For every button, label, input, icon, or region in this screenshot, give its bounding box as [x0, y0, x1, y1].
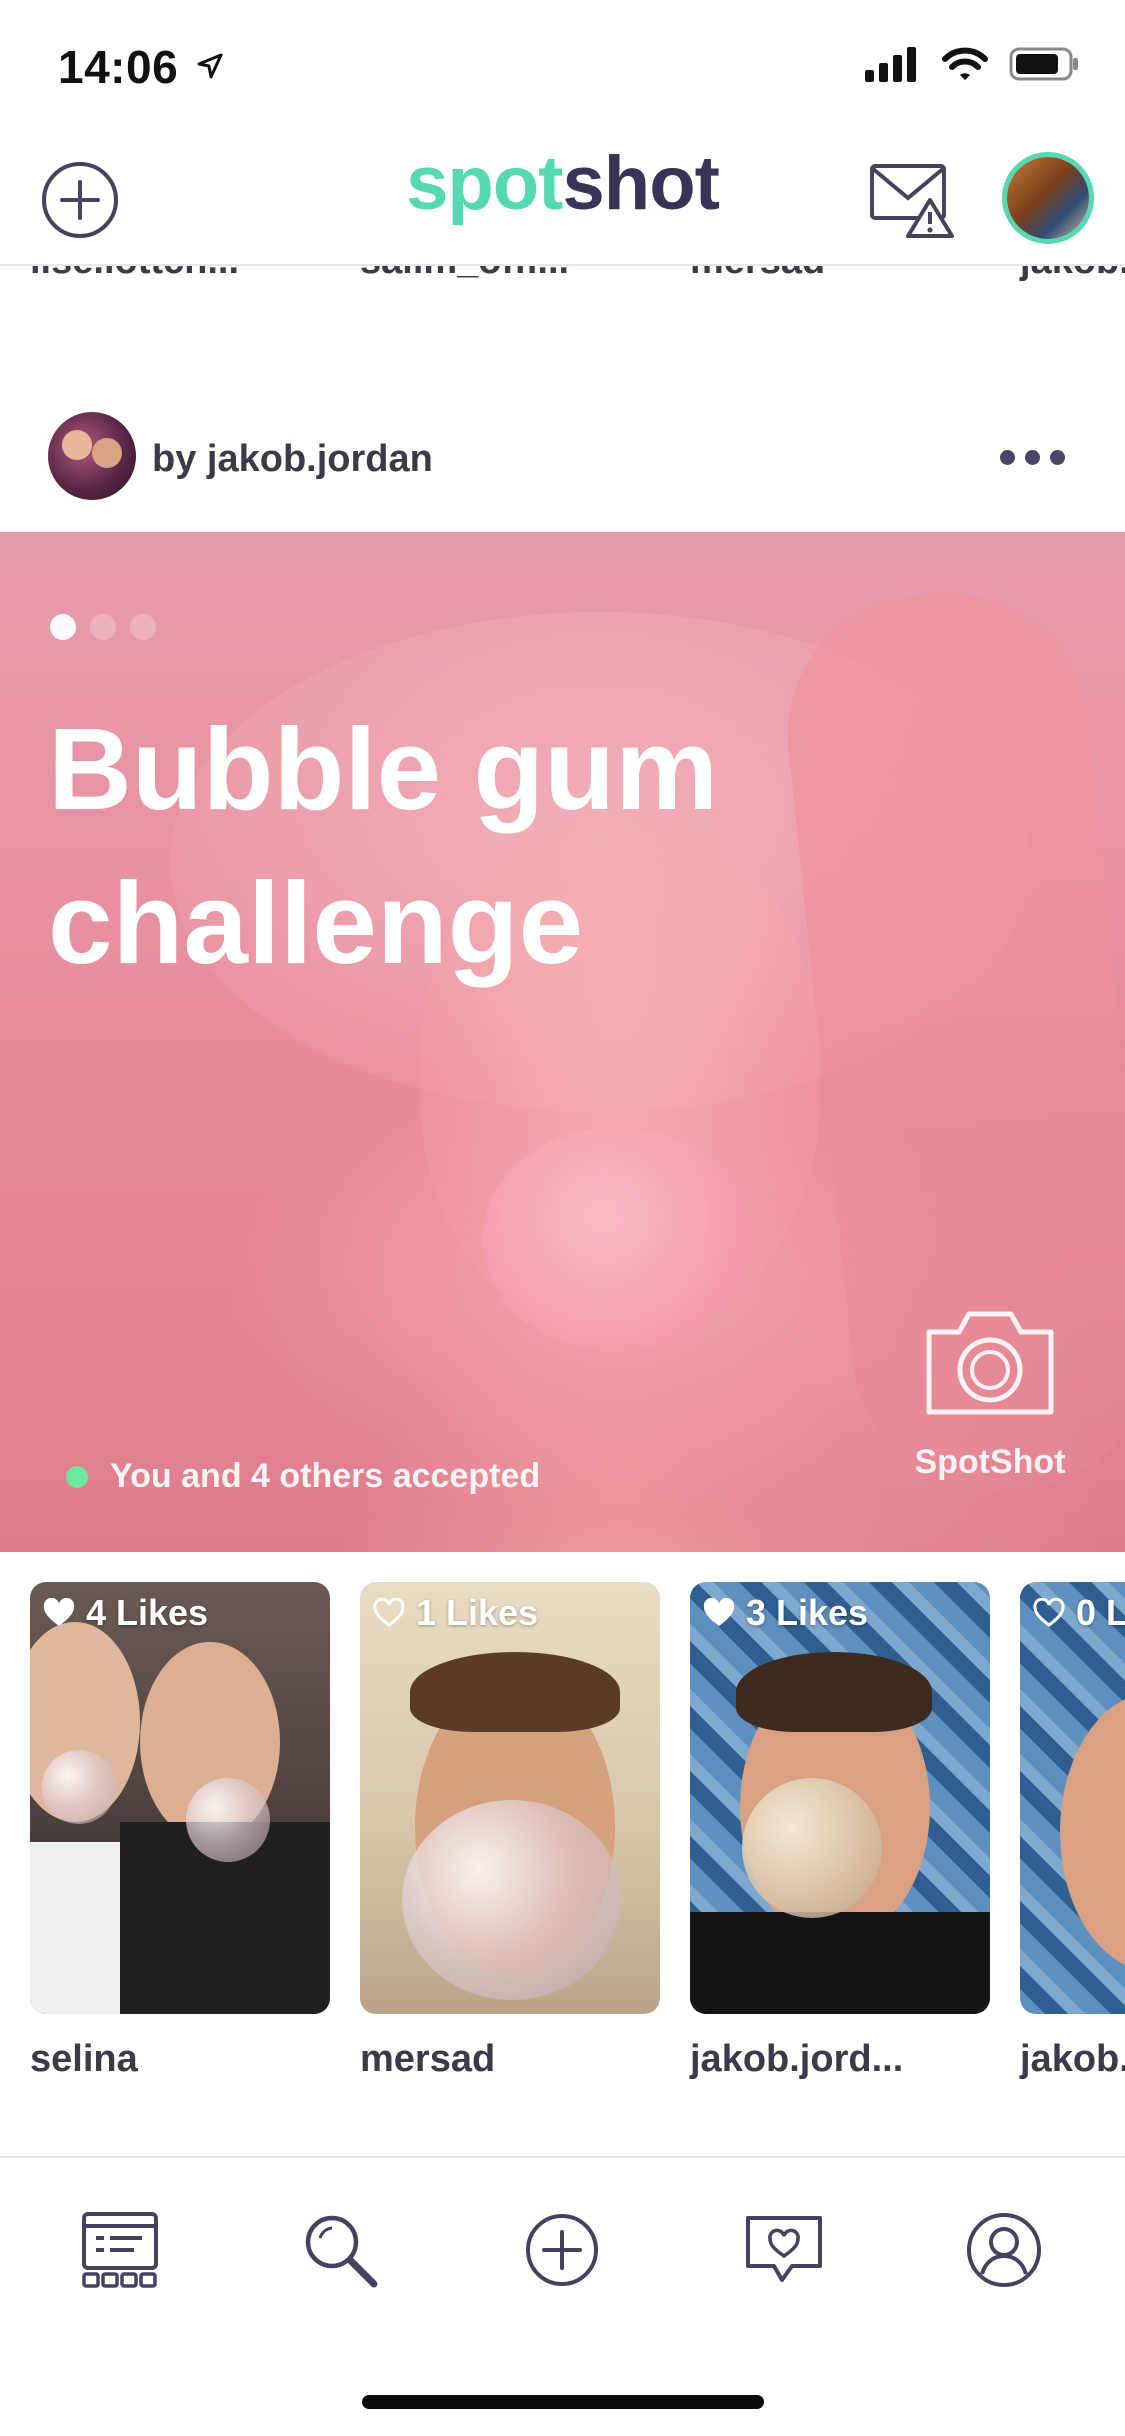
camera-icon: [926, 1311, 1054, 1415]
heart-filled-icon: [703, 1598, 735, 1626]
status-time: 14:06: [58, 40, 225, 94]
response-card[interactable]: 0 L jakob.: [1020, 1582, 1125, 2081]
accepted-status: You and 4 others accepted: [66, 1457, 540, 1496]
messages-heart-icon: [746, 2216, 822, 2282]
strip-user-name[interactable]: jakob.: [1020, 266, 1125, 283]
heart-outline-icon: [1033, 1598, 1065, 1627]
bubble: [186, 1778, 270, 1862]
nav-profile[interactable]: [954, 2200, 1054, 2300]
carousel-dot[interactable]: [90, 614, 116, 640]
more-dot-icon: [1050, 450, 1065, 465]
spotshot-button[interactable]: SpotShot: [900, 1302, 1080, 1482]
heart-filled-icon: [43, 1598, 75, 1626]
likes-count: 3 Likes: [746, 1592, 869, 1633]
logo-part-shot: shot: [562, 141, 720, 226]
bubble: [402, 1800, 622, 2000]
response-user-name[interactable]: jakob.: [1020, 2038, 1125, 2081]
carousel-dots: [50, 614, 156, 640]
response-thumbnail[interactable]: 4 Likes: [30, 1582, 330, 2014]
response-thumbnail[interactable]: 0 L: [1020, 1582, 1125, 2014]
inbox-alert-button[interactable]: [868, 158, 958, 238]
bubble: [742, 1778, 882, 1918]
nav-feed[interactable]: [70, 2200, 170, 2300]
status-icons: [863, 46, 1081, 82]
author-avatar[interactable]: [48, 412, 136, 500]
heart-outline-icon: [373, 1598, 405, 1627]
response-thumbnail[interactable]: 3 Likes: [690, 1582, 990, 2014]
challenge-title: Bubble gum challenge: [48, 704, 719, 988]
bottom-navigation: [0, 2200, 1125, 2320]
signal-icon: [865, 47, 916, 82]
nav-divider: [0, 2156, 1125, 2158]
nav-search[interactable]: [290, 2200, 390, 2300]
likes-count: 1 Likes: [416, 1592, 539, 1633]
avatar: [1007, 157, 1089, 239]
user-strip: lise.lottch... salim_offi... mersad jako…: [0, 266, 1125, 292]
nav-add[interactable]: [512, 2200, 612, 2300]
profile-icon: [967, 2213, 1041, 2287]
response-user-name[interactable]: jakob.jord...: [690, 2038, 990, 2081]
wifi-icon: [942, 47, 988, 80]
search-icon: [305, 2215, 378, 2288]
status-time-text: 14:06: [58, 41, 179, 93]
spotshot-label: SpotShot: [914, 1443, 1066, 1481]
likes-count: 0 L: [1076, 1592, 1125, 1633]
more-dot-icon: [1025, 450, 1040, 465]
feed-icon: [82, 2212, 158, 2288]
response-thumbnail[interactable]: 1 Likes: [360, 1582, 660, 2014]
profile-avatar-button[interactable]: [1002, 152, 1094, 244]
likes-count: 4 Likes: [86, 1592, 209, 1633]
response-card[interactable]: 1 Likes mersad: [360, 1582, 660, 2081]
strip-user-name[interactable]: lise.lottch...: [30, 266, 239, 283]
carousel-dot[interactable]: [130, 614, 156, 640]
bubble: [42, 1750, 116, 1824]
accepted-text: You and 4 others accepted: [110, 1457, 541, 1495]
online-dot-icon: [66, 1465, 88, 1488]
more-options-button[interactable]: [1000, 450, 1065, 465]
add-icon: [526, 2214, 598, 2286]
challenge-hero-card[interactable]: Bubble gum challenge SpotShot You and 4 …: [0, 532, 1125, 1552]
nav-messages[interactable]: [734, 2200, 834, 2300]
home-indicator[interactable]: [362, 2395, 764, 2409]
response-user-name[interactable]: mersad: [360, 2038, 660, 2081]
battery-icon: [1009, 47, 1078, 81]
post-author[interactable]: by jakob.jordan: [152, 438, 433, 481]
location-arrow-icon: [197, 53, 223, 79]
strip-user-name[interactable]: salim_offi...: [360, 266, 569, 283]
logo-part-spot: spot: [406, 141, 563, 226]
response-card[interactable]: 3 Likes jakob.jord...: [690, 1582, 990, 2081]
response-card[interactable]: 4 Likes selina: [30, 1582, 330, 2081]
strip-user-name[interactable]: mersad: [690, 266, 825, 283]
carousel-dot-active[interactable]: [50, 614, 76, 640]
more-dot-icon: [1000, 450, 1015, 465]
mail-alert-icon: [870, 164, 954, 238]
response-user-name[interactable]: selina: [30, 2038, 330, 2081]
responses-carousel[interactable]: 4 Likes selina 1 Likes mersad 3 Likes ja…: [0, 1582, 1125, 2122]
